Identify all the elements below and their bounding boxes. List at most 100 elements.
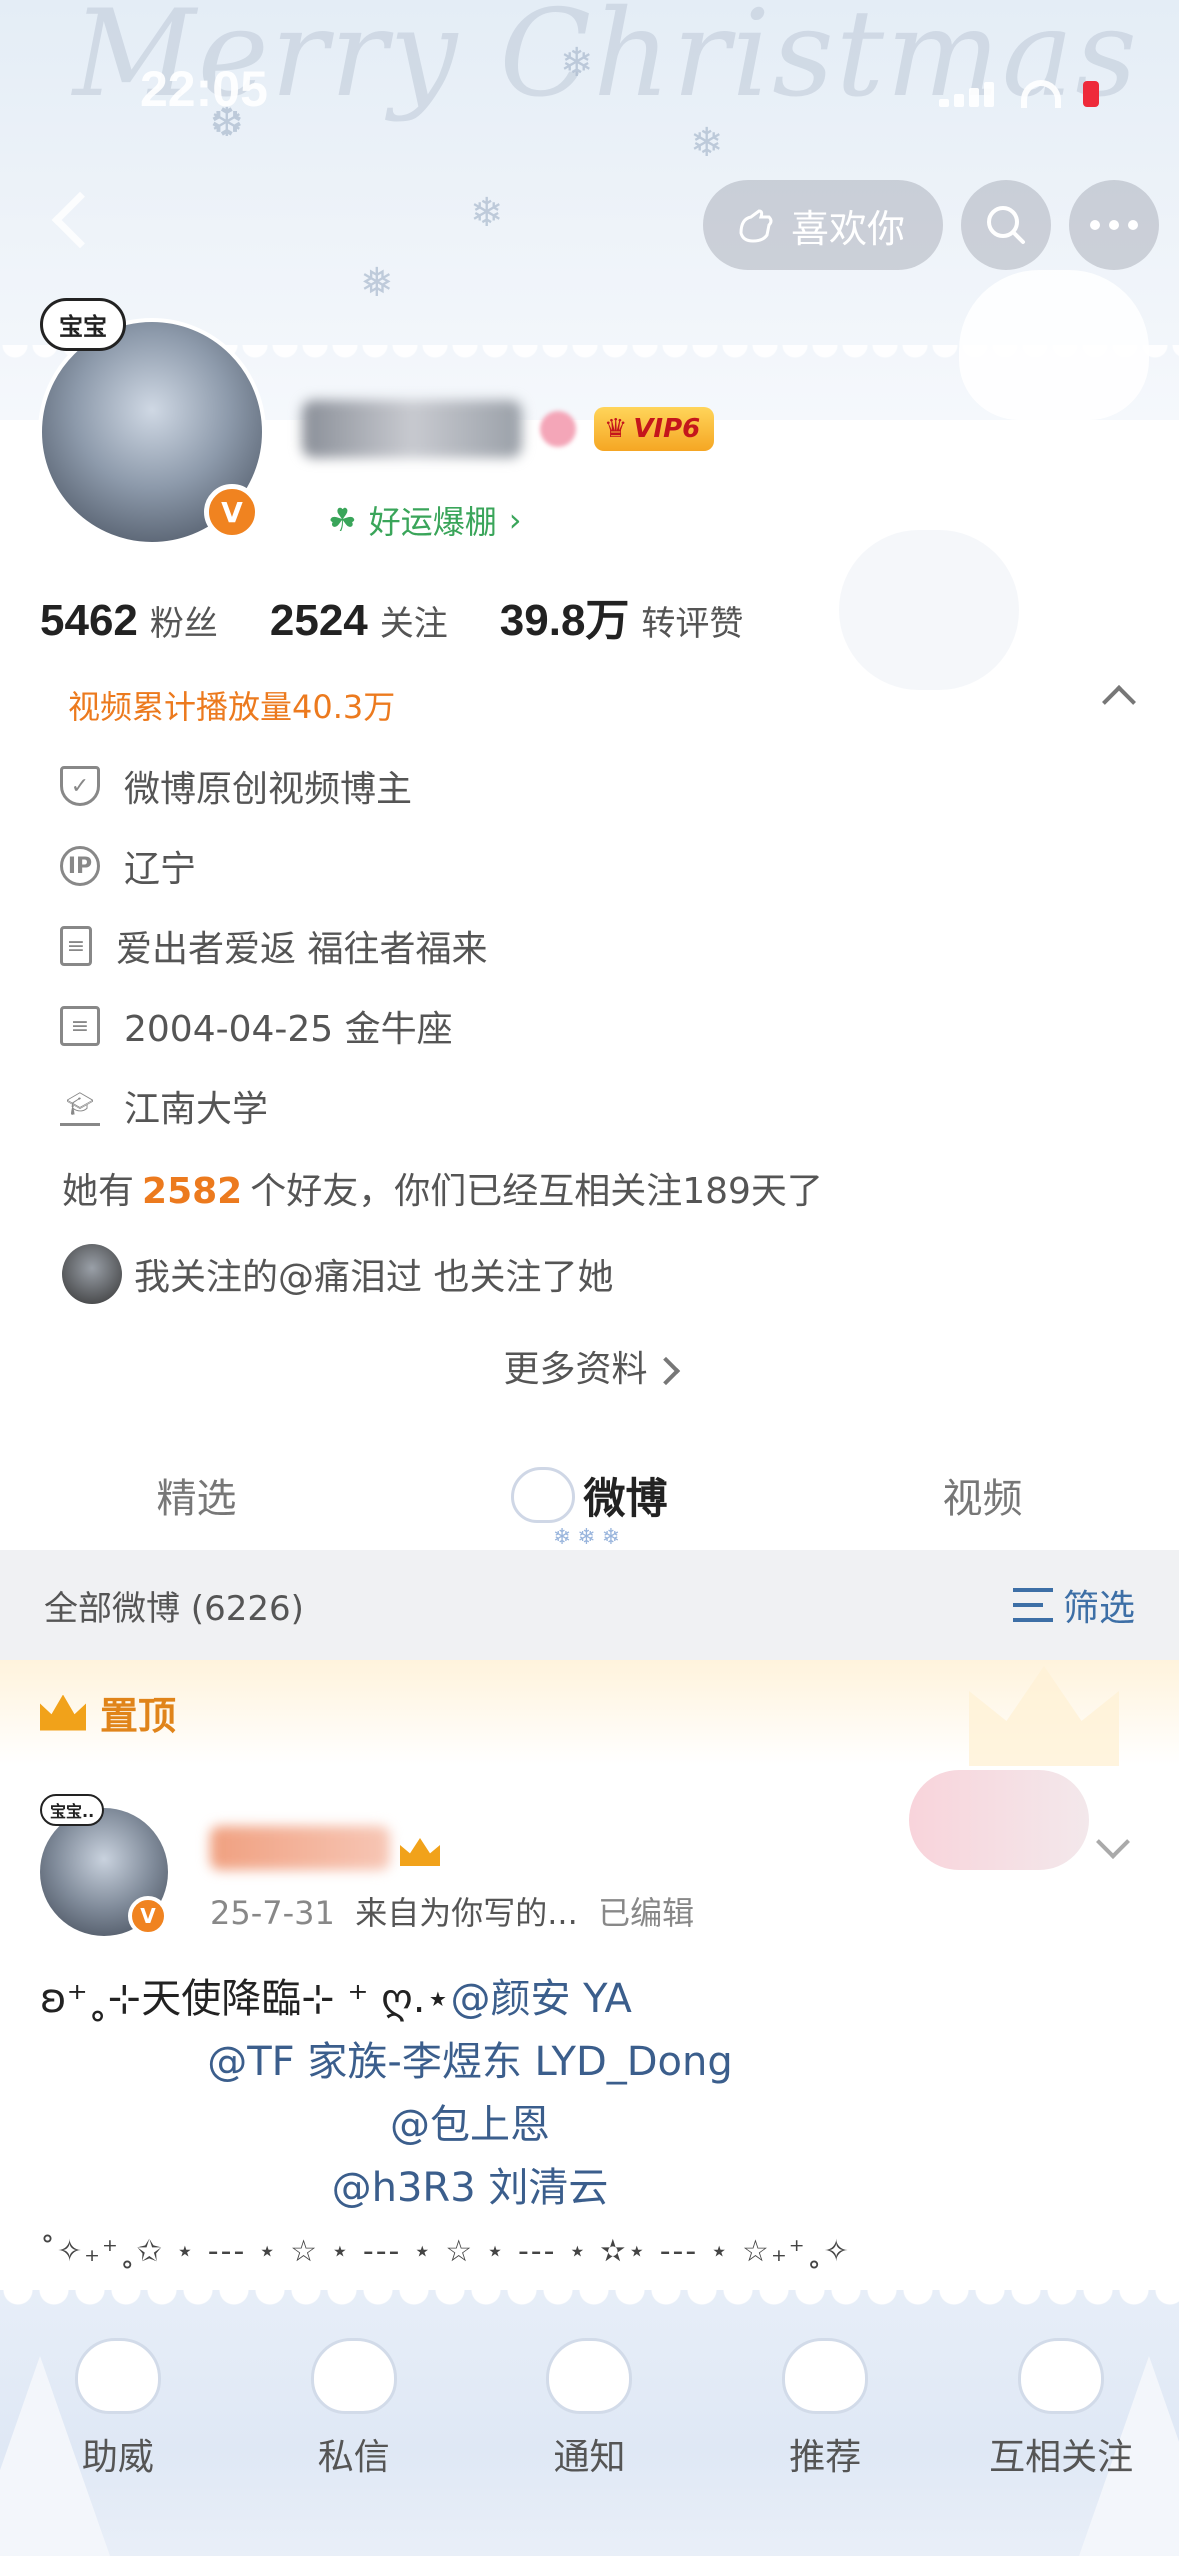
vip-badge[interactable]: ♛ VIP6 [594,407,715,451]
stat-likes[interactable]: 39.8万 转评赞 [500,584,744,648]
clover-icon: ☘ [328,501,357,539]
info-item-school: 🎓︎ 江南大学 [60,1080,268,1132]
mention-link[interactable]: @包上恩 [390,2102,550,2148]
mention-link[interactable]: @颜安 YA [450,1976,631,2022]
pinned-label: 置顶 [100,1694,177,1738]
calendar-icon: ≡ [60,1006,100,1046]
post-avatar-container[interactable]: 宝宝.. V [40,1794,168,1936]
snowflake-icon: ❅ [360,260,394,306]
blurred-username[interactable] [210,1826,390,1870]
battery-icon [1083,81,1099,107]
more-info-link[interactable]: 更多资料 [0,1340,1179,1392]
snowflake-icon: ❄❄❄ [552,1525,627,1550]
info-text: 辽宁 [124,849,197,890]
search-button[interactable] [961,180,1051,270]
profile-avatar-container[interactable]: 宝宝 V [38,298,266,546]
system-icons [939,80,1099,108]
post-line: ʚ⁺˳⊹天使降臨⊹ ⁺ ღ.⋆@颜安 YA [40,1968,1140,2031]
nav-label: 助威 [81,2437,154,2478]
more-info-label: 更多资料 [503,1349,648,1390]
info-item-bio: ≡ 爱出者爱返 福往者福来 [60,920,487,972]
bear-sticker [839,530,1019,690]
mention-link[interactable]: @TF 家族-李煜东 LYD_Dong [207,2039,733,2085]
info-item-birthday: ≡ 2004-04-25 金牛座 [60,1000,453,1052]
info-item-creator: ✓ 微博原创视频博主 [60,760,412,812]
bottom-action-bar: 助威 私信 通知 推荐 互相关注 [0,2290,1179,2556]
like-you-button[interactable]: 喜欢你 [702,180,943,270]
info-item-ip: IP 辽宁 [60,840,196,892]
stat-following[interactable]: 2524 关注 [270,596,448,646]
nav-mutual-follow[interactable]: 互相关注 [943,2290,1179,2490]
status-time: 22:05 [140,61,268,117]
profile-tabs: 精选 微博 ❄❄❄ 视频 [0,1440,1179,1550]
nav-label: 互相关注 [989,2437,1134,2478]
hand-heart-icon [739,209,773,243]
feed-count: 全部微博 (6226) [44,1588,304,1629]
header-actions: 喜欢你 [702,180,1159,270]
nav-notify[interactable]: 通知 [472,2290,708,2490]
bear-icon [782,2338,869,2414]
signal-icon [939,81,999,107]
post-decoration-line: ˚✧₊⁺˳✩ ⋆ --- ⋆ ☆ ⋆ --- ⋆ ☆ ⋆ --- ⋆ ✫⋆ --… [40,2234,851,2269]
more-button[interactable] [1069,180,1159,270]
name-row: ♛ VIP6 [302,400,715,458]
luck-status-pill[interactable]: ☘ 好运爆棚 › [302,487,548,553]
crown-decoration [969,1666,1119,1766]
mutual-follow-row[interactable]: 我关注的@痛泪过 也关注了她 [62,1244,613,1304]
bear-icon [74,2338,161,2414]
friends-count: 2582 [142,1171,243,1212]
mention-link[interactable]: @h3R3 刘清云 [332,2165,609,2211]
nav-label: 通知 [553,2437,626,2478]
video-play-total: 视频累计播放量40.3万 [68,688,396,726]
tab-video[interactable]: 视频 [786,1440,1179,1550]
crown-icon [400,1838,440,1866]
crown-icon: ♛ [604,414,628,444]
info-text: 江南大学 [124,1089,269,1130]
chevron-up-icon[interactable] [1102,685,1136,719]
avatar-speech-bubble: 宝宝 [40,298,126,351]
luck-label: 好运爆棚 [368,503,497,541]
post-line: @h3R3 刘清云 [40,2157,1140,2220]
user-badge-icon [540,411,576,447]
mutual-text: 我关注的@痛泪过 也关注了她 [134,1257,614,1298]
tab-label: 视频 [942,1476,1023,1522]
document-icon: ≡ [60,926,92,966]
filter-icon [1012,1588,1053,1622]
chevron-down-icon[interactable] [1096,1825,1130,1859]
post-edited: 已编辑 [598,1894,695,1932]
post-sticker [909,1770,1089,1870]
nav-label: 私信 [317,2437,390,2478]
nav-message[interactable]: 私信 [236,2290,472,2490]
avatar-speech-bubble: 宝宝.. [40,1794,105,1826]
stat-followers[interactable]: 5462 粉丝 [40,596,218,646]
filter-button[interactable]: 筛选 [1012,1579,1135,1631]
nav-recommend[interactable]: 推荐 [707,2290,943,2490]
tab-label: 微博 [583,1473,668,1523]
search-icon [987,206,1025,244]
pinned-header: 置顶 [0,1660,1179,1766]
post-content: ʚ⁺˳⊹天使降臨⊹ ⁺ ღ.⋆@颜安 YA @TF 家族-李煜东 LYD_Don… [40,1968,1140,2283]
status-bar: 22:05 [0,40,1179,130]
tab-featured[interactable]: 精选 [0,1440,393,1550]
verified-badge: V [128,1896,168,1936]
friends-summary[interactable]: 她有 2582 个好友，你们已经互相关注189天了 [62,1162,823,1214]
bear-icon [546,2338,633,2414]
verified-badge: V [204,484,260,540]
snowflake-icon: ❄ [470,190,504,236]
like-you-label: 喜欢你 [790,206,905,251]
stat-value: 2524 [269,596,368,645]
bear-icon [1018,2338,1105,2414]
stat-value: 5462 [40,596,138,645]
bear-sticker [959,270,1149,420]
info-text: 2004-04-25 金牛座 [124,1009,453,1050]
chevron-right-icon: › [508,501,522,539]
ip-icon: IP [60,846,100,886]
info-text: 爱出者爱返 福往者福来 [116,929,488,970]
nav-cheer[interactable]: 助威 [0,2290,236,2490]
nav-label: 推荐 [789,2437,862,2478]
filter-label: 筛选 [1062,1588,1135,1629]
tab-weibo[interactable]: 微博 ❄❄❄ [393,1440,786,1550]
more-icon [1090,220,1138,230]
chevron-right-icon [651,1356,680,1386]
post-meta: 25-7-31 来自为你写的... 已编辑 [210,1888,694,1934]
